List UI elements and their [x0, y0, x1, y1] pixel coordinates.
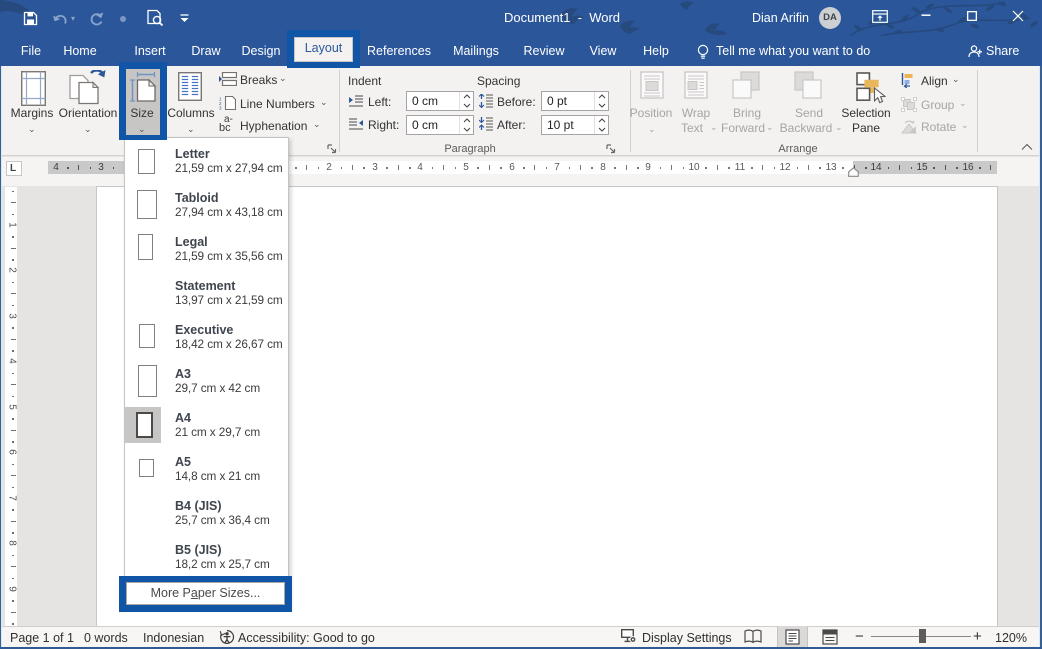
svg-text:3: 3	[219, 106, 222, 111]
